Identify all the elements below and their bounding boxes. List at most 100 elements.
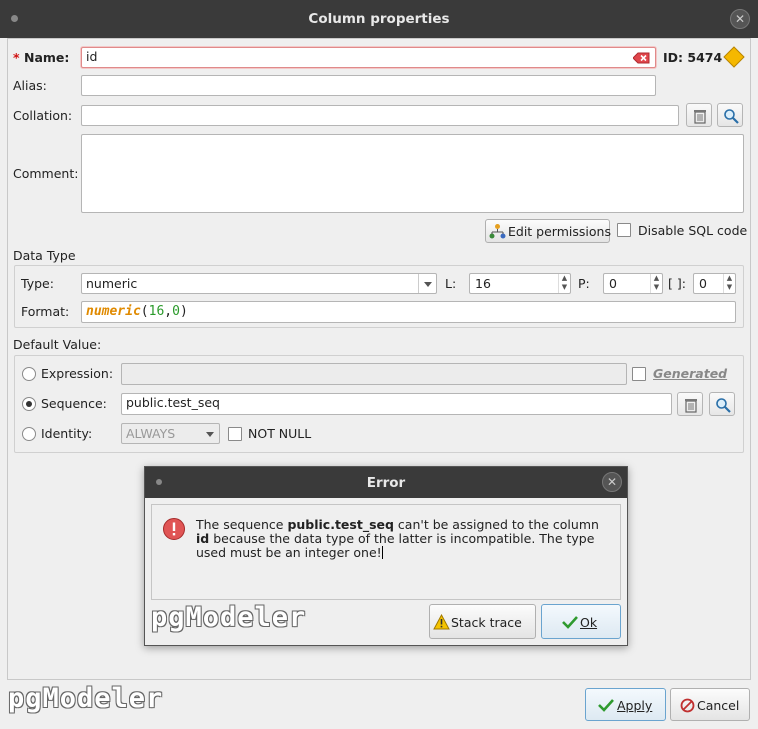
- error-dialog: Error ✕ The sequence public.test_seq can…: [144, 466, 628, 646]
- format-label: Format:: [21, 304, 70, 319]
- type-label: Type:: [21, 276, 54, 291]
- format-length: 16: [148, 304, 165, 319]
- edit-permissions-label: Edit permissions: [508, 224, 611, 239]
- sequence-label: Sequence:: [41, 396, 107, 411]
- name-required-mark: *: [13, 50, 20, 65]
- select-collation-button[interactable]: [717, 103, 743, 127]
- name-label: Name:: [24, 50, 70, 65]
- window-title: Column properties: [308, 11, 450, 27]
- error-msg-part3: because the data type of the latter is i…: [196, 531, 595, 560]
- cancel-label: Cancel: [697, 698, 740, 713]
- identity-radio[interactable]: [22, 427, 36, 441]
- error-dialog-title-bar: Error ✕: [145, 467, 627, 498]
- comment-label: Comment:: [13, 166, 79, 181]
- format-keyword: numeric: [86, 304, 141, 319]
- format-open-paren: (: [140, 304, 149, 319]
- id-diamond-icon: [723, 46, 745, 71]
- error-close-button[interactable]: ✕: [602, 472, 622, 492]
- chevron-down-icon: [418, 274, 436, 293]
- check-icon: [562, 616, 578, 629]
- close-icon: ✕: [606, 475, 618, 489]
- expression-radio[interactable]: [22, 367, 36, 381]
- dimension-value: 0: [699, 276, 707, 291]
- cancel-button[interactable]: Cancel: [670, 688, 750, 721]
- disable-sql-checkbox[interactable]: [617, 223, 631, 237]
- default-value-section-label: Default Value:: [13, 337, 102, 352]
- format-comma: ,: [164, 304, 173, 319]
- search-icon: [716, 398, 731, 413]
- alias-input[interactable]: [81, 75, 656, 96]
- identity-combobox[interactable]: ALWAYS: [121, 423, 220, 444]
- stack-trace-button[interactable]: Stack trace: [429, 604, 536, 639]
- type-combobox[interactable]: numeric: [81, 273, 437, 294]
- apply-label: Apply: [617, 698, 653, 713]
- error-msg-part2: can't be assigned to the column: [393, 517, 599, 532]
- clear-sequence-button[interactable]: [677, 392, 703, 416]
- error-message-text: The sequence public.test_seq can't be as…: [196, 518, 606, 560]
- disable-sql-label: Disable SQL code: [638, 223, 748, 238]
- spin-arrows-icon[interactable]: ▲ ▼: [558, 274, 570, 293]
- generated-checkbox[interactable]: [632, 367, 646, 381]
- collation-input[interactable]: [81, 105, 679, 126]
- spin-arrows-icon[interactable]: ▲ ▼: [650, 274, 662, 293]
- collation-label: Collation:: [13, 108, 73, 123]
- error-msg-sequence: public.test_seq: [287, 517, 394, 532]
- error-msg-column: id: [196, 531, 210, 546]
- trash-icon: [685, 399, 697, 413]
- warning-icon: [433, 614, 450, 630]
- precision-label: P:: [578, 276, 590, 291]
- not-null-label: NOT NULL: [248, 426, 312, 441]
- error-message-box: The sequence public.test_seq can't be as…: [151, 504, 621, 600]
- error-msg-part1: The sequence: [196, 517, 288, 532]
- generated-label: Generated: [653, 366, 728, 381]
- sequence-radio[interactable]: [22, 397, 36, 411]
- apply-button[interactable]: Apply: [585, 688, 666, 721]
- format-display: numeric(16,0): [81, 301, 736, 323]
- cancel-icon: [680, 698, 695, 713]
- dimension-label: [ ]:: [668, 276, 686, 291]
- sequence-input[interactable]: public.test_seq: [121, 393, 672, 415]
- clear-text-icon[interactable]: [632, 52, 650, 67]
- precision-spinbox[interactable]: 0 ▲ ▼: [603, 273, 663, 294]
- name-input[interactable]: id: [81, 47, 656, 68]
- error-dialog-title: Error: [366, 475, 406, 491]
- stack-trace-label: Stack trace: [451, 615, 522, 630]
- alias-label: Alias:: [13, 78, 47, 93]
- expression-input[interactable]: [121, 363, 627, 385]
- length-spinbox[interactable]: 16 ▲ ▼: [469, 273, 571, 294]
- comment-textarea[interactable]: [81, 134, 744, 213]
- title-bar: Column properties ✕: [0, 0, 758, 38]
- identity-label: Identity:: [41, 426, 93, 441]
- edit-permissions-button[interactable]: Edit permissions: [485, 219, 611, 243]
- text-caret: [381, 546, 383, 559]
- identity-combobox-value: ALWAYS: [126, 426, 176, 441]
- precision-value: 0: [609, 276, 617, 291]
- sequence-input-value: public.test_seq: [126, 395, 220, 410]
- chevron-down-icon: [201, 424, 219, 443]
- error-pgmodeler-logo: pgModeler: [151, 602, 307, 633]
- name-input-value: id: [86, 49, 98, 64]
- not-null-checkbox[interactable]: [228, 427, 242, 441]
- clear-collation-button[interactable]: [686, 103, 712, 127]
- close-icon: ✕: [734, 12, 746, 26]
- spin-arrows-icon[interactable]: ▲ ▼: [723, 274, 735, 293]
- ok-label: Ok: [580, 615, 598, 630]
- trash-icon: [694, 110, 706, 124]
- length-label: L:: [445, 276, 457, 291]
- dimension-spinbox[interactable]: 0 ▲ ▼: [693, 273, 736, 294]
- length-value: 16: [475, 276, 491, 291]
- data-type-section-label: Data Type: [13, 248, 76, 263]
- pgmodeler-logo: pgModeler: [8, 683, 164, 714]
- search-icon: [724, 109, 739, 124]
- object-id-label: ID: 5474: [663, 50, 723, 65]
- check-icon: [598, 699, 614, 712]
- type-combobox-value: numeric: [86, 276, 138, 291]
- permissions-icon: [489, 224, 506, 239]
- expression-label: Expression:: [41, 366, 114, 381]
- ok-button[interactable]: Ok: [541, 604, 621, 639]
- select-sequence-button[interactable]: [709, 392, 735, 416]
- format-precision: 0: [172, 304, 180, 319]
- window-close-button[interactable]: ✕: [730, 9, 750, 29]
- format-close-paren: ): [179, 304, 188, 319]
- error-icon: [163, 518, 185, 540]
